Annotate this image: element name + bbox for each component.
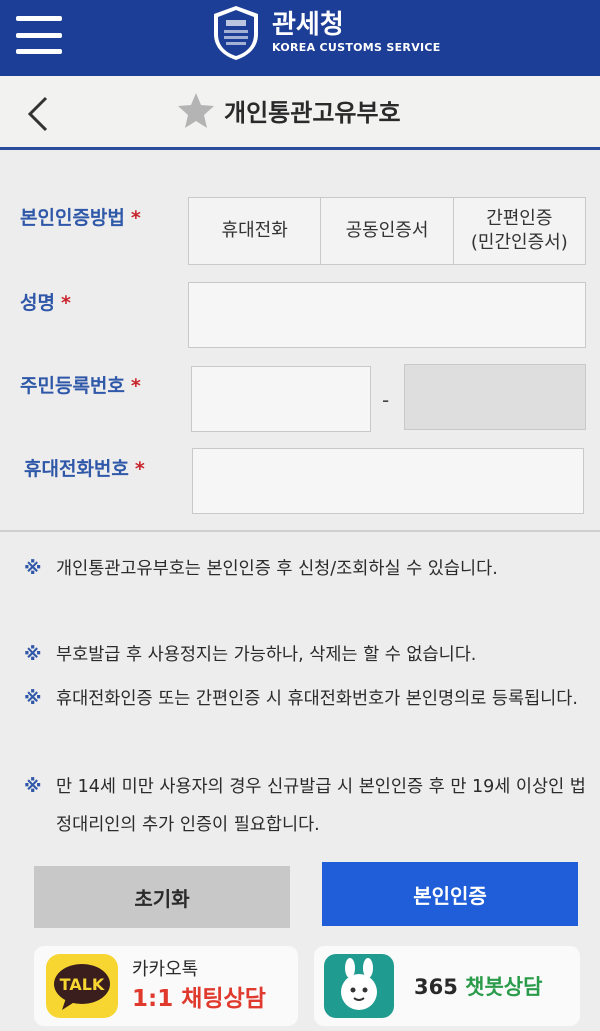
rrn-front-field[interactable] [191, 366, 371, 432]
brand-name-english: KOREA CUSTOMS SERVICE [272, 41, 441, 54]
notice-item: ※ 만 14세 미만 사용자의 경우 신규발급 시 본인인증 후 만 19세 이… [24, 768, 586, 844]
chatbot-number: 365 [414, 975, 458, 999]
app-header: 관세청 KOREA CUSTOMS SERVICE [0, 0, 600, 76]
main-panel: 개인통관고유부호 본인인증방법 * 휴대전화 공동인증서 간편인증 (민간인증서)… [0, 76, 600, 1031]
kakao-chat-title: 카카오톡 [132, 959, 199, 980]
notice-item: ※ 휴대전화인증 또는 간편인증 시 휴대전화번호가 본인명의로 등록됩니다. [24, 680, 586, 718]
kakao-chat-subtitle: 1:1 채팅상담 [132, 986, 266, 1012]
notice-mark-icon: ※ [24, 644, 42, 665]
notice-text: 만 14세 미만 사용자의 경우 신규발급 시 본인인증 후 만 19세 이상인… [56, 777, 586, 835]
reset-button[interactable]: 초기화 [34, 866, 290, 928]
notice-item: ※ 부호발급 후 사용정지는 가능하나, 삭제는 할 수 없습니다. [24, 636, 586, 674]
title-bar: 개인통관고유부호 [0, 76, 600, 150]
notice-item: ※ 개인통관고유부호는 본인인증 후 신청/조회하실 수 있습니다. [24, 550, 586, 588]
verify-identity-button[interactable]: 본인인증 [322, 862, 578, 926]
notice-text: 휴대전화인증 또는 간편인증 시 휴대전화번호가 본인명의로 등록됩니다. [56, 689, 578, 709]
rrn-separator: - [382, 388, 390, 412]
name-input[interactable] [189, 283, 585, 347]
brand-name-korean: 관세청 [272, 10, 344, 40]
auth-method-certificate[interactable]: 공동인증서 [321, 198, 454, 264]
kakao-talk-icon: TALK [46, 954, 118, 1018]
hamburger-menu-icon[interactable] [16, 16, 62, 54]
notice-text: 개인통관고유부호는 본인인증 후 신청/조회하실 수 있습니다. [56, 559, 498, 579]
phone-input[interactable] [193, 449, 583, 513]
phone-label: 휴대전화번호 * [24, 458, 145, 480]
auth-method-label: 본인인증방법 * [20, 207, 141, 229]
notice-text: 부호발급 후 사용정지는 가능하나, 삭제는 할 수 없습니다. [56, 645, 477, 665]
name-label: 성명 * [20, 292, 71, 314]
notice-mark-icon: ※ [24, 776, 42, 797]
korea-customs-logo[interactable]: 관세청 KOREA CUSTOMS SERVICE [210, 4, 441, 62]
rrn-back-field[interactable] [404, 364, 586, 430]
notice-mark-icon: ※ [24, 688, 42, 709]
kakao-chat-card[interactable]: TALK 카카오톡 1:1 채팅상담 [34, 946, 298, 1026]
page-title: 개인통관고유부호 [224, 98, 401, 127]
star-icon[interactable] [176, 90, 216, 130]
rrn-front-input[interactable] [192, 367, 370, 431]
chatbot-label: 챗봇상담 [465, 975, 543, 999]
back-arrow-icon[interactable] [24, 94, 54, 134]
chatbot-icon [324, 954, 394, 1018]
name-field[interactable] [188, 282, 586, 348]
notice-mark-icon: ※ [24, 558, 42, 579]
auth-method-simple[interactable]: 간편인증 (민간인증서) [454, 198, 585, 264]
rrn-label: 주민등록번호 * [20, 375, 141, 397]
auth-method-phone[interactable]: 휴대전화 [189, 198, 322, 264]
phone-field[interactable] [192, 448, 584, 514]
rrn-back-input[interactable] [405, 365, 585, 429]
kakao-icon-text: TALK [60, 975, 105, 994]
section-divider [0, 530, 600, 532]
auth-method-selector: 휴대전화 공동인증서 간편인증 (민간인증서) [188, 197, 586, 265]
customs-emblem-icon [214, 6, 258, 60]
chatbot-card[interactable]: 365 챗봇상담 [314, 946, 580, 1026]
